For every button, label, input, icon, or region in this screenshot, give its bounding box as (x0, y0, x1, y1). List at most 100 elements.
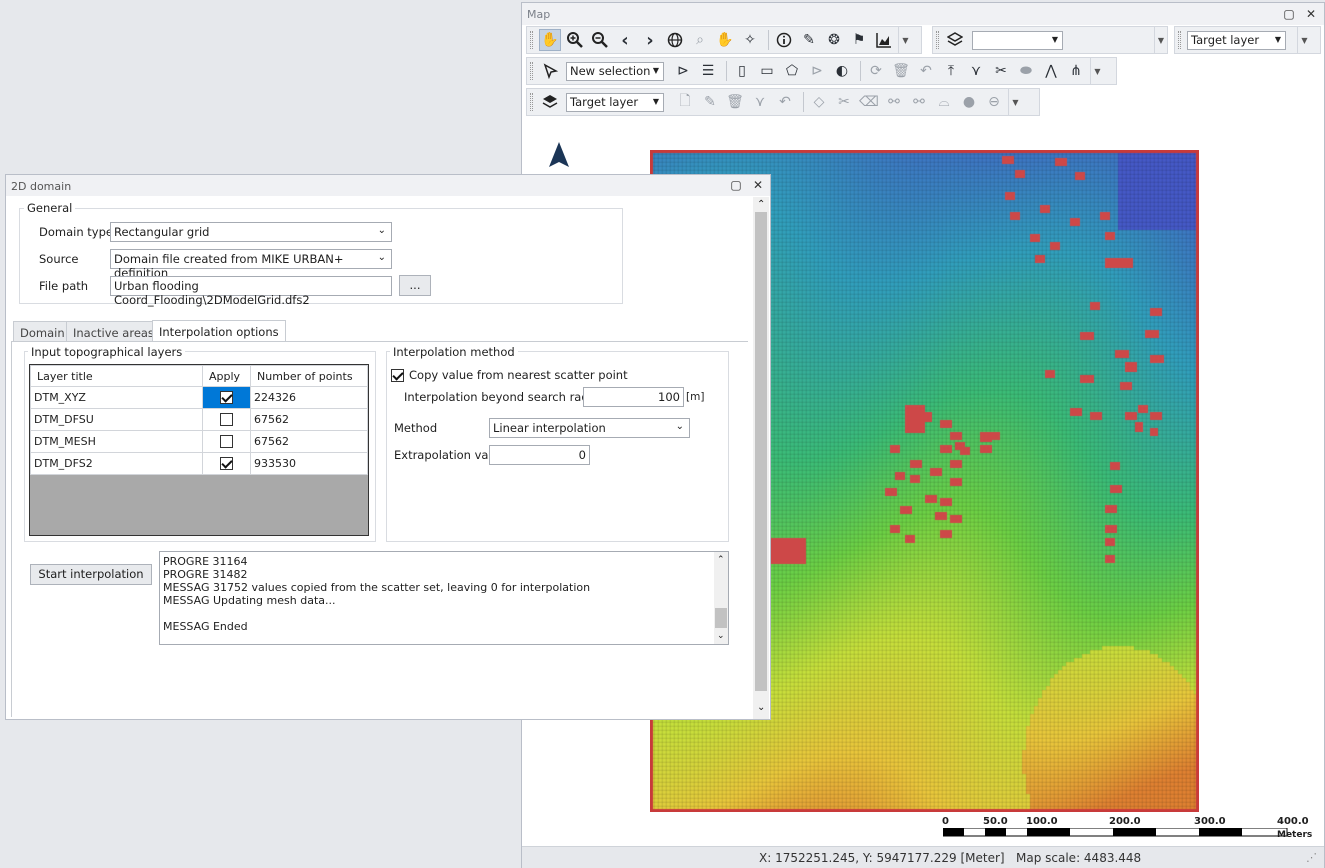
toolbar-grip[interactable] (530, 93, 533, 111)
network-nodes-icon[interactable]: ⋔ (1065, 60, 1087, 82)
apply-cell[interactable] (202, 408, 251, 431)
scroll-down-icon[interactable]: ⌄ (757, 702, 765, 713)
table-row[interactable]: DTM_DFSU 67562 (30, 408, 368, 431)
trace-downstream-icon[interactable]: ⋎ (965, 60, 987, 82)
copy-nearest-label[interactable]: Copy value from nearest scatter point (409, 368, 628, 382)
edit-pencil-icon[interactable]: ✎ (699, 91, 721, 113)
edit-target-layer-combo[interactable]: Target layer ▼ (566, 92, 664, 112)
apply-checkbox[interactable] (220, 413, 233, 427)
valve-icon[interactable]: ⊖ (983, 91, 1005, 113)
connect-nodes-icon[interactable]: ⋀ (1040, 60, 1062, 82)
copy-nearest-checkbox[interactable] (391, 368, 404, 382)
pan-to-selection-icon[interactable]: ✋ (714, 29, 736, 51)
log-scrollbar[interactable]: ⌃ ⌄ (714, 552, 728, 644)
invert-selection-icon[interactable]: ◐ (831, 60, 853, 82)
split-icon[interactable]: ✂ (990, 60, 1012, 82)
toggle-icon[interactable]: ⬬ (1015, 60, 1037, 82)
method-dropdown[interactable]: Linear interpolation ⌄ (489, 418, 690, 438)
col-number-of-points[interactable]: Number of points (250, 365, 368, 387)
scroll-down-icon[interactable]: ⌄ (717, 630, 725, 643)
profile-chart-icon[interactable] (873, 29, 895, 51)
toolbar-overflow-chevron-icon[interactable]: ▼ (1154, 27, 1167, 53)
toolbar-overflow-chevron-icon[interactable]: ▼ (1090, 58, 1104, 84)
log-output[interactable]: PROGRE 31164 PROGRE 31482 MESSAG 31752 v… (159, 551, 729, 645)
toolbar-grip[interactable] (1178, 31, 1181, 49)
apply-cell[interactable] (202, 430, 251, 453)
link-node-icon[interactable]: ⚯ (908, 91, 930, 113)
split-feature-icon[interactable]: ⋎ (749, 91, 771, 113)
apply-checkbox[interactable] (220, 435, 233, 449)
delete-feature-icon[interactable]: 🗑 (724, 91, 746, 113)
layers-icon[interactable] (539, 91, 561, 113)
selection-mode-combo[interactable]: New selection ▼ (566, 61, 664, 81)
target-layer-combo[interactable]: Target layer ▼ (1187, 30, 1286, 50)
toolbar-grip[interactable] (936, 31, 939, 49)
domain-type-dropdown[interactable]: Rectangular grid ⌄ (110, 222, 392, 242)
layers-icon[interactable] (945, 29, 965, 51)
new-feature-icon[interactable]: 🗋 (674, 91, 696, 113)
file-path-input[interactable]: Urban flooding Coord_Flooding\2DModelGri… (110, 276, 392, 307)
log-scrollbar-thumb[interactable] (715, 608, 727, 628)
tab-inactive-areas[interactable]: Inactive areas (66, 321, 161, 342)
close-icon[interactable]: ✕ (1304, 7, 1318, 21)
scroll-up-icon[interactable]: ⌃ (717, 554, 725, 567)
selection-list-icon[interactable]: ☰ (697, 60, 719, 82)
undo-edit-icon[interactable]: ↶ (774, 91, 796, 113)
table-row[interactable]: DTM_DFS2 933530 (30, 452, 368, 475)
cut-icon[interactable]: ✂ (833, 91, 855, 113)
clear-selection-icon[interactable]: ✧ (739, 29, 761, 51)
next-extent-icon[interactable]: › (639, 29, 661, 51)
source-dropdown[interactable]: Domain file created from MIKE URBAN+ def… (110, 249, 392, 280)
extrapolation-input[interactable]: 0 (489, 445, 590, 465)
select-arrow-icon[interactable] (539, 60, 561, 82)
start-interpolation-button[interactable]: Start interpolation (30, 564, 152, 585)
pan-hand-icon[interactable]: ✋ (539, 29, 561, 51)
refresh-icon[interactable]: ⟳ (865, 60, 887, 82)
flag-icon[interactable]: ⚑ (848, 29, 870, 51)
zoom-out-icon[interactable] (589, 29, 611, 51)
weir-icon[interactable]: ⌓ (933, 91, 955, 113)
network-icon[interactable]: ❂ (823, 29, 845, 51)
dialog-scrollbar-thumb[interactable] (755, 212, 767, 691)
restore-icon[interactable]: ▢ (729, 178, 743, 192)
full-extent-globe-icon[interactable] (664, 29, 686, 51)
scroll-up-icon[interactable]: ⌃ (757, 199, 765, 210)
delete-icon[interactable]: 🗑 (890, 60, 912, 82)
previous-extent-icon[interactable]: ‹ (614, 29, 636, 51)
toolbar-grip[interactable] (530, 62, 533, 80)
dialog-scrollbar[interactable]: ⌃ ⌄ (753, 197, 769, 719)
edit-attributes-icon[interactable]: ✎ (798, 29, 820, 51)
apply-cell[interactable] (202, 452, 251, 475)
select-by-attribute-icon[interactable]: ⊳ (672, 60, 694, 82)
toolbar-overflow-chevron-icon[interactable]: ▼ (1008, 89, 1022, 115)
beyond-radius-input[interactable]: 100 (583, 387, 684, 407)
vertex-edit-icon[interactable]: ◇ (808, 91, 830, 113)
clear-select-icon[interactable]: ⊳ (806, 60, 828, 82)
col-layer-title[interactable]: Layer title (30, 365, 203, 387)
eraser-icon[interactable]: ⌫ (858, 91, 880, 113)
apply-cell[interactable] (202, 386, 251, 409)
toolbar-grip[interactable] (530, 31, 533, 49)
tab-interpolation-options[interactable]: Interpolation options (152, 320, 286, 342)
zoom-to-selection-icon[interactable]: ⌕ (689, 29, 711, 51)
zoom-in-icon[interactable] (564, 29, 586, 51)
restore-icon[interactable]: ▢ (1282, 7, 1296, 21)
tab-domain[interactable]: Domain (13, 321, 72, 342)
toolbar-overflow-chevron-icon[interactable]: ▼ (898, 27, 912, 53)
apply-checkbox[interactable] (220, 457, 233, 471)
identify-info-icon[interactable] (773, 29, 795, 51)
polygon-select-icon[interactable]: ⬠ (781, 60, 803, 82)
table-row[interactable]: DTM_MESH 67562 (30, 430, 368, 453)
col-apply[interactable]: Apply (202, 365, 251, 387)
browse-button[interactable]: ... (399, 275, 431, 296)
trace-upstream-icon[interactable]: ⤒ (940, 60, 962, 82)
layer-combo[interactable]: ▼ (972, 30, 1063, 50)
apply-checkbox[interactable] (220, 391, 233, 405)
resize-grip-icon[interactable]: ⋰ (1306, 851, 1317, 864)
link-icon[interactable]: ⚯ (883, 91, 905, 113)
table-row[interactable]: DTM_XYZ 224326 (30, 386, 368, 409)
undo-icon[interactable]: ↶ (915, 60, 937, 82)
pump-icon[interactable]: ● (958, 91, 980, 113)
close-icon[interactable]: ✕ (751, 178, 765, 192)
toolbar-overflow-chevron-icon[interactable]: ▼ (1297, 27, 1311, 53)
